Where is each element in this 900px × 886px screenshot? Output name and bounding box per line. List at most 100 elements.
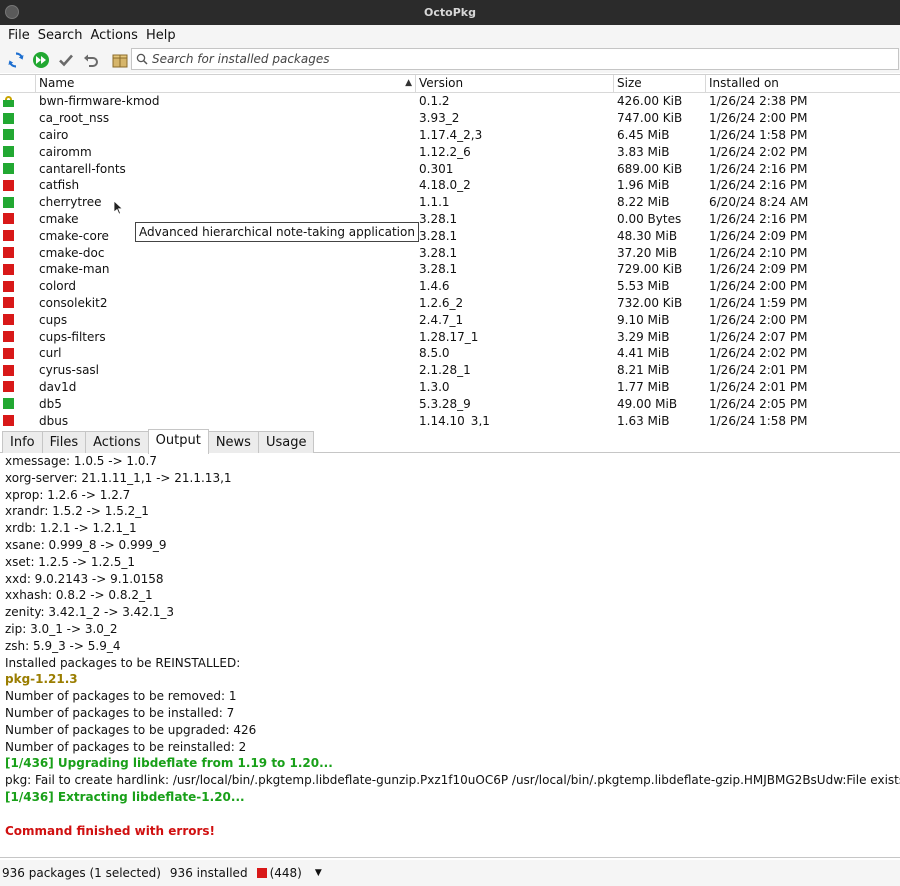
package-box-icon	[112, 54, 127, 67]
tab-usage[interactable]: Usage	[257, 431, 315, 454]
locked-package-icon	[3, 95, 14, 107]
package-name: catfish	[39, 178, 80, 193]
package-version: 1.12.2_6	[419, 144, 471, 159]
package-version: 1.28.17_1	[419, 329, 479, 344]
table-row[interactable]: catfish 4.18.0_2 1.96 MiB 1/26/24 2:16 PM	[0, 177, 900, 194]
package-version: 3.28.1	[419, 245, 458, 260]
table-row[interactable]: cairo 1.17.4_2,3 6.45 MiB 1/26/24 1:58 PM	[0, 127, 900, 144]
details-tabs: Info Files Actions Output News Usage	[0, 429, 900, 454]
table-row[interactable]: colord 1.4.6 5.53 MiB 1/26/24 2:00 PM	[0, 278, 900, 295]
package-size: 689.00 KiB	[617, 161, 683, 176]
outdated-status-icon	[3, 263, 14, 275]
table-row[interactable]: dbus 1.14.10_3,1 1.63 MiB 1/26/24 1:58 PM	[0, 412, 900, 426]
package-version: 8.5.0	[419, 346, 450, 361]
tab-info[interactable]: Info	[2, 431, 43, 454]
package-size: 37.20 MiB	[617, 245, 678, 260]
package-size: 1.96 MiB	[617, 178, 670, 193]
status-cell	[0, 398, 36, 410]
tab-files[interactable]: Files	[41, 431, 87, 454]
status-cell	[0, 146, 36, 158]
table-row[interactable]: cyrus-sasl 2.1.28_1 8.21 MiB 1/26/24 2:01 P…	[0, 362, 900, 379]
table-row[interactable]: ca_root_nss 3.93_2 747.00 KiB 1/26/24 2:00 …	[0, 110, 900, 127]
installed-status-icon	[3, 163, 14, 175]
tab-actions[interactable]: Actions	[85, 431, 149, 454]
installed-status-icon	[3, 398, 14, 410]
output-line: pkg-1.21.3	[5, 672, 78, 687]
table-row[interactable]: curl 8.5.0 4.41 MiB 1/26/24 2:02 PM	[0, 345, 900, 362]
package-version: 1.2.6_2	[419, 295, 464, 310]
outdated-status-icon	[3, 314, 14, 326]
package-size: 6.45 MiB	[617, 127, 670, 142]
column-header-status[interactable]	[0, 75, 36, 92]
installed-status-icon	[3, 196, 14, 208]
package-name: bwn-firmware-kmod	[39, 94, 160, 109]
package-version: 1.4.6	[419, 279, 450, 294]
table-row[interactable]: cups 2.4.7_1 9.10 MiB 1/26/24 2:00 PM	[0, 311, 900, 328]
package-size: 5.53 MiB	[617, 279, 670, 294]
package-size: 426.00 KiB	[617, 94, 683, 109]
chevron-down-icon[interactable]: ▼	[315, 868, 322, 878]
outdated-status-icon	[3, 331, 14, 343]
search-input[interactable]	[152, 52, 892, 66]
tab-output[interactable]: Output	[147, 429, 209, 454]
title-bar: OctoPkg	[0, 0, 900, 25]
package-version: 3.28.1	[419, 228, 458, 243]
table-row[interactable]: db5 5.3.28_9 49.00 MiB 1/26/24 2:05 PM	[0, 395, 900, 412]
tab-news[interactable]: News	[207, 431, 259, 454]
output-line: Command finished with errors!	[5, 823, 216, 838]
table-row[interactable]: dav1d 1.3.0 1.77 MiB 1/26/24 2:01 PM	[0, 379, 900, 396]
sync-database-button[interactable]	[3, 48, 28, 72]
output-line: Number of packages to be installed: 7	[5, 705, 235, 720]
output-line: xset: 1.2.5 -> 1.2.5_1	[5, 554, 136, 569]
sync-icon	[8, 51, 23, 68]
package-installed-on: 1/26/24 2:01 PM	[709, 379, 808, 394]
search-box	[131, 48, 899, 70]
package-installed-on: 1/26/24 2:00 PM	[709, 111, 808, 126]
column-header-size[interactable]: Size	[614, 75, 706, 92]
table-row[interactable]: cairomm 1.12.2_6 3.83 MiB 1/26/24 2:02 PM	[0, 143, 900, 160]
column-header-version[interactable]: Version	[416, 75, 614, 92]
table-row[interactable]: cantarell-fonts 0.301 689.00 KiB 1/26/24 2:…	[0, 160, 900, 177]
table-row[interactable]: cups-filters 1.28.17_1 3.29 MiB 1/26/24 2:0…	[0, 328, 900, 345]
package-name: ca_root_nss	[39, 111, 110, 126]
column-header-name[interactable]: Name ▲	[36, 75, 416, 92]
menu-file[interactable]: File	[4, 28, 34, 43]
package-count-label: 936 packages (1 selected)	[2, 866, 161, 880]
rollback-button[interactable]	[78, 48, 103, 72]
table-row[interactable]: cmake-man 3.28.1 729.00 KiB 1/26/24 2:09 PM	[0, 261, 900, 278]
fast-forward-icon	[32, 51, 49, 68]
output-line: zsh: 5.9_3 -> 5.9_4	[5, 638, 121, 653]
menu-help[interactable]: Help	[142, 28, 180, 43]
package-name: cmake-man	[39, 262, 110, 277]
column-header-installed-on[interactable]: Installed on	[706, 75, 900, 92]
commit-button[interactable]	[53, 48, 78, 72]
install-local-package-button[interactable]	[107, 48, 132, 72]
package-tooltip: Advanced hierarchical note-taking applic…	[135, 222, 419, 242]
package-size: 3.83 MiB	[617, 144, 670, 159]
package-installed-on: 1/26/24 2:16 PM	[709, 178, 808, 193]
menu-actions[interactable]: Actions	[86, 28, 142, 43]
outdated-status-icon	[3, 347, 14, 359]
status-cell	[0, 163, 36, 175]
status-cell	[0, 129, 36, 141]
table-row[interactable]: cherrytree 1.1.1 8.22 MiB 6/20/24 8:24 AM	[0, 194, 900, 211]
table-row[interactable]: bwn-firmware-kmod 0.1.2 426.00 KiB 1/26/24 …	[0, 93, 900, 110]
package-version: 4.18.0_2	[419, 178, 471, 193]
package-version: 0.301	[419, 161, 454, 176]
status-cell	[0, 331, 36, 343]
package-name: cantarell-fonts	[39, 161, 126, 176]
status-cell	[0, 247, 36, 259]
table-row[interactable]: cmake-doc 3.28.1 37.20 MiB 1/26/24 2:10 PM	[0, 244, 900, 261]
menu-search[interactable]: Search	[34, 28, 87, 43]
status-cell	[0, 364, 36, 376]
package-name: colord	[39, 279, 76, 294]
package-installed-on: 6/20/24 8:24 AM	[709, 195, 809, 210]
package-size: 48.30 MiB	[617, 228, 678, 243]
package-installed-on: 1/26/24 2:16 PM	[709, 211, 808, 226]
package-name: db5	[39, 396, 62, 411]
output-panel[interactable]: xmessage: 1.0.5 -> 1.0.7 xorg-server: 21.…	[0, 453, 900, 858]
system-upgrade-button[interactable]	[28, 48, 53, 72]
table-row[interactable]: consolekit2 1.2.6_2 732.00 KiB 1/26/24 1:59…	[0, 295, 900, 312]
outdated-status-icon	[3, 179, 14, 191]
package-installed-on: 1/26/24 2:02 PM	[709, 144, 808, 159]
